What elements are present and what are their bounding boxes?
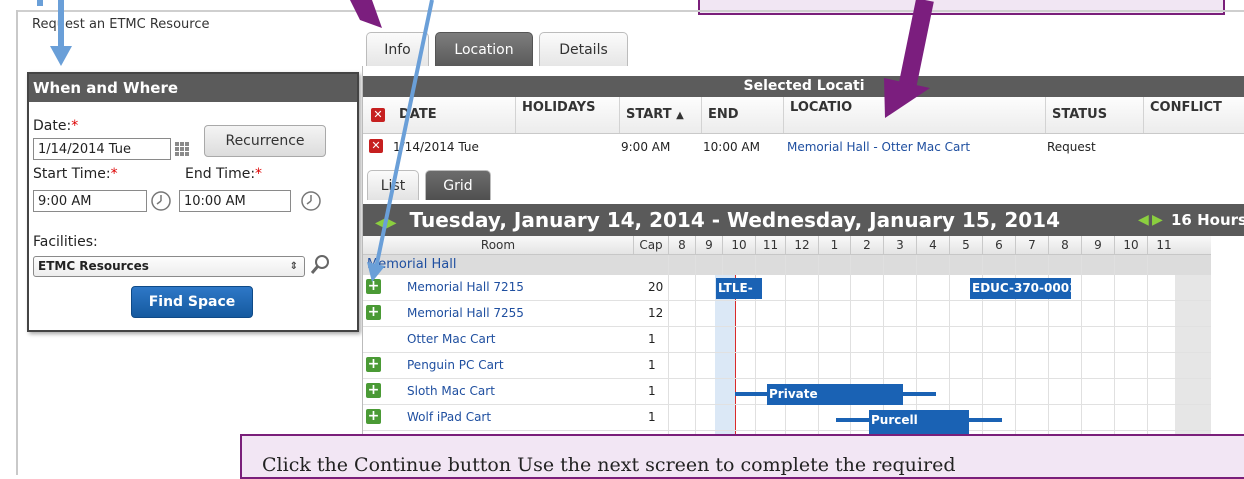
purple-arrow-to-tab — [350, 0, 382, 28]
annotation-arrows — [37, 0, 934, 282]
blue-arrow-to-grid-add — [367, 0, 434, 282]
blue-arrow-to-heading — [50, 0, 72, 66]
purple-arrow-to-location — [884, 0, 934, 118]
instruction-callout: Click the Continue button Use the next s… — [240, 434, 1244, 479]
